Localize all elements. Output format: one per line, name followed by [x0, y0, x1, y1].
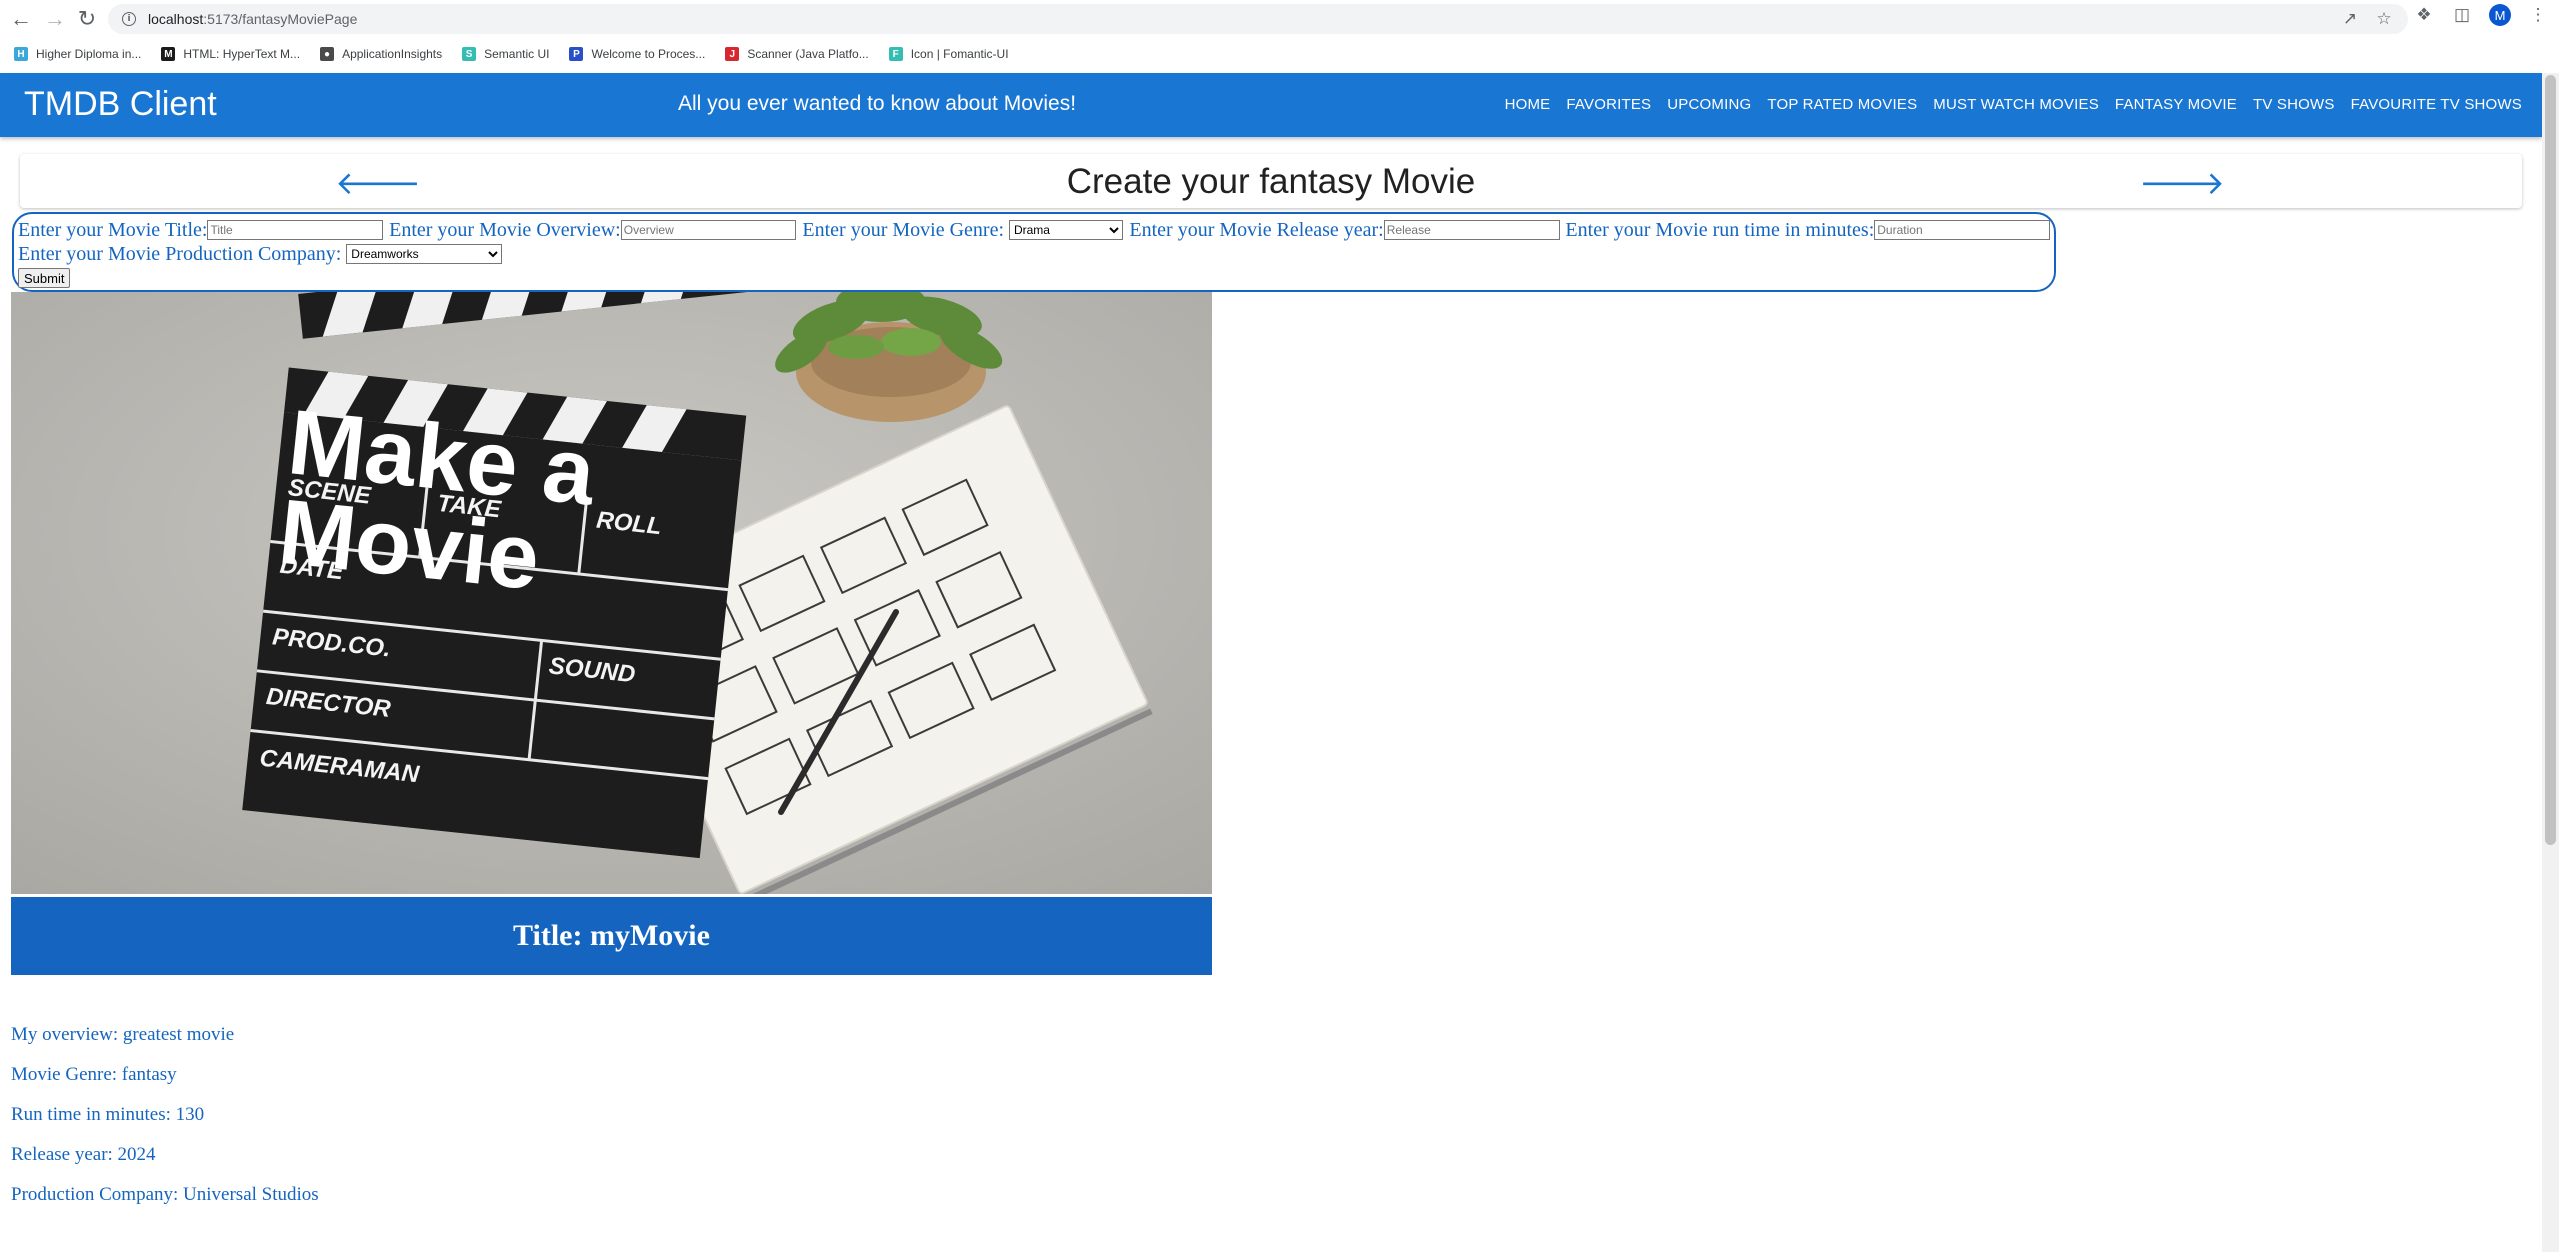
- nav-favourite-tv-shows[interactable]: Favourite TV Shows: [2343, 93, 2530, 116]
- fantasy-movie-form: Enter your Movie Title: Enter your Movie…: [12, 212, 2056, 292]
- side-panel-icon[interactable]: ◫: [2451, 4, 2473, 26]
- browser-toolbar: ← → ↻ i localhost:5173/fantasyMoviePage …: [0, 0, 2559, 38]
- genre-text: Movie Genre: fantasy: [11, 1064, 177, 1085]
- bookmark-item[interactable]: ● ApplicationInsights: [320, 47, 442, 61]
- company-label: Enter your Movie Production Company:: [18, 243, 342, 265]
- title-label: Enter your Movie Title:: [18, 219, 208, 241]
- nav-must-watch[interactable]: Must Watch Movies: [1925, 93, 2107, 116]
- bookmark-favicon-icon: J: [725, 47, 740, 61]
- bookmark-favicon-icon: F: [888, 47, 903, 61]
- app-header: TMDB Client All you ever wanted to know …: [0, 73, 2542, 137]
- share-icon[interactable]: ↗: [2340, 9, 2360, 29]
- app-tagline: All you ever wanted to know about Movies…: [678, 92, 1077, 115]
- nav-favorites[interactable]: Favorites: [1558, 93, 1659, 116]
- bookmarks-bar: H Higher Diploma in... M HTML: HyperText M.…: [0, 40, 2559, 68]
- bookmark-item[interactable]: P Welcome to Proces...: [569, 47, 705, 61]
- company-select[interactable]: Dreamworks: [346, 244, 503, 264]
- bookmark-favicon-icon: H: [14, 47, 28, 61]
- nav-home[interactable]: Home: [1497, 93, 1559, 116]
- bookmark-item[interactable]: M HTML: HyperText M...: [161, 47, 300, 61]
- bookmark-label: HTML: HyperText M...: [183, 47, 301, 61]
- genre-select[interactable]: Drama: [1008, 220, 1124, 240]
- nav-upcoming[interactable]: Upcoming: [1659, 93, 1759, 116]
- movie-title-banner: Title: myMovie: [11, 897, 1212, 975]
- arrow-forward-icon[interactable]: 🡒: [2139, 162, 2225, 202]
- genre-label: Enter your Movie Genre:: [802, 219, 1005, 241]
- bookmark-label: Semantic UI: [484, 47, 550, 61]
- bookmark-favicon-icon: P: [569, 47, 584, 61]
- production-company-text: Production Company: Universal Studios: [11, 1184, 319, 1205]
- bookmark-label: Welcome to Proces...: [591, 47, 706, 61]
- bookmark-star-icon[interactable]: ☆: [2374, 9, 2394, 29]
- nav-tv-shows[interactable]: TV Shows: [2245, 93, 2343, 116]
- title-input[interactable]: [207, 220, 384, 240]
- hero-image: SCENE TAKE ROLL DATE SOUND PROD.CO. DIRE…: [11, 292, 1212, 894]
- nav-top-rated[interactable]: Top Rated Movies: [1759, 93, 1925, 116]
- bookmark-favicon-icon: ●: [320, 47, 335, 61]
- bookmark-favicon-icon: M: [161, 47, 176, 61]
- bookmark-item[interactable]: J Scanner (Java Platfo...: [725, 47, 869, 61]
- address-bar[interactable]: i localhost:5173/fantasyMoviePage ↗ ☆: [108, 4, 2408, 34]
- bookmark-label: Icon | Fomantic-UI: [910, 47, 1009, 61]
- bookmark-item[interactable]: F Icon | Fomantic-UI: [888, 47, 1009, 61]
- runtime-label: Enter your Movie run time in minutes:: [1565, 219, 1875, 241]
- bookmark-label: Higher Diploma in...: [36, 47, 142, 61]
- release-year-text: Release year: 2024: [11, 1144, 156, 1165]
- main-nav: Home Favorites Upcoming Top Rated Movies…: [1497, 93, 2530, 116]
- url-text: localhost:5173/fantasyMoviePage: [148, 11, 358, 27]
- extensions-icon[interactable]: ❖: [2413, 4, 2435, 26]
- bookmark-label: ApplicationInsights: [342, 47, 443, 61]
- app-title[interactable]: TMDB Client: [24, 85, 217, 124]
- runtime-text: Run time in minutes: 130: [11, 1104, 205, 1125]
- site-info-icon[interactable]: i: [122, 12, 136, 26]
- forward-arrow-icon[interactable]: →: [40, 4, 70, 34]
- page-header: 🡐 Create your fantasy Movie 🡒: [20, 154, 2522, 208]
- release-label: Enter your Movie Release year:: [1129, 219, 1384, 241]
- runtime-input[interactable]: [1874, 220, 2051, 240]
- overview-text: My overview: greatest movie: [11, 1024, 235, 1045]
- overview-label: Enter your Movie Overview:: [389, 219, 621, 241]
- submit-button[interactable]: Submit: [18, 268, 71, 288]
- bookmark-label: Scanner (Java Platfo...: [747, 47, 869, 61]
- back-arrow-icon[interactable]: ←: [6, 4, 36, 34]
- bookmark-favicon-icon: S: [462, 47, 477, 61]
- scrollbar-thumb[interactable]: [2545, 75, 2556, 845]
- reload-icon[interactable]: ↻: [72, 4, 102, 34]
- release-input[interactable]: [1383, 220, 1560, 240]
- nav-fantasy-movie[interactable]: Fantasy Movie: [2107, 93, 2245, 116]
- overview-input[interactable]: [620, 220, 797, 240]
- movie-details: My overview: greatest movie Movie Genre:…: [11, 1022, 319, 1222]
- bookmark-item[interactable]: S Semantic UI: [462, 47, 549, 61]
- bookmark-item[interactable]: H Higher Diploma in...: [14, 47, 141, 61]
- profile-avatar[interactable]: M: [2489, 4, 2511, 26]
- browser-menu-icon[interactable]: ⋮: [2527, 4, 2549, 26]
